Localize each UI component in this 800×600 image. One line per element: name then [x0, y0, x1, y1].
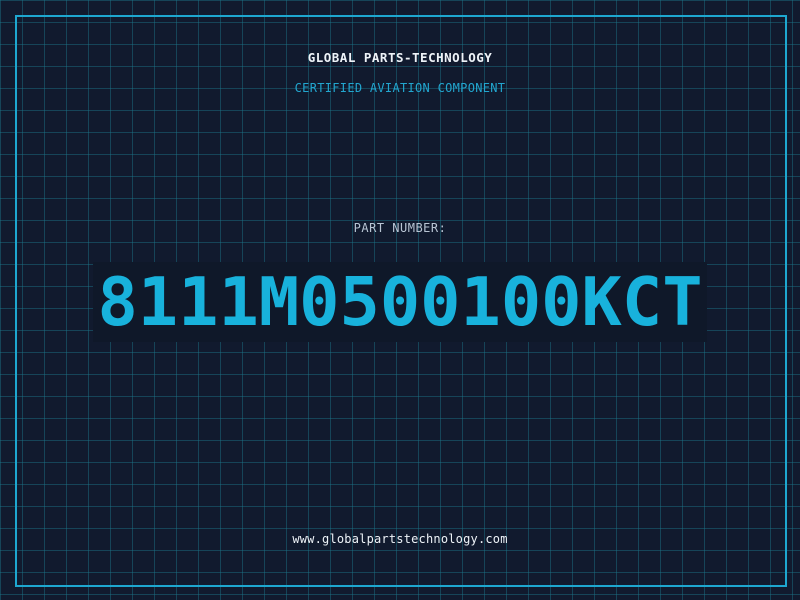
website-url: www.globalpartstechnology.com [292, 532, 508, 546]
part-number-label: PART NUMBER: [353, 221, 447, 235]
part-number-container: 8111M0500100KCT [0, 262, 800, 342]
label-card: GLOBAL PARTS-TECHNOLOGY CERTIFIED AVIATI… [0, 0, 800, 600]
certification-tagline: CERTIFIED AVIATION COMPONENT [294, 81, 506, 95]
brand-name: GLOBAL PARTS-TECHNOLOGY [307, 50, 493, 65]
part-number-value: 8111M0500100KCT [93, 262, 707, 342]
